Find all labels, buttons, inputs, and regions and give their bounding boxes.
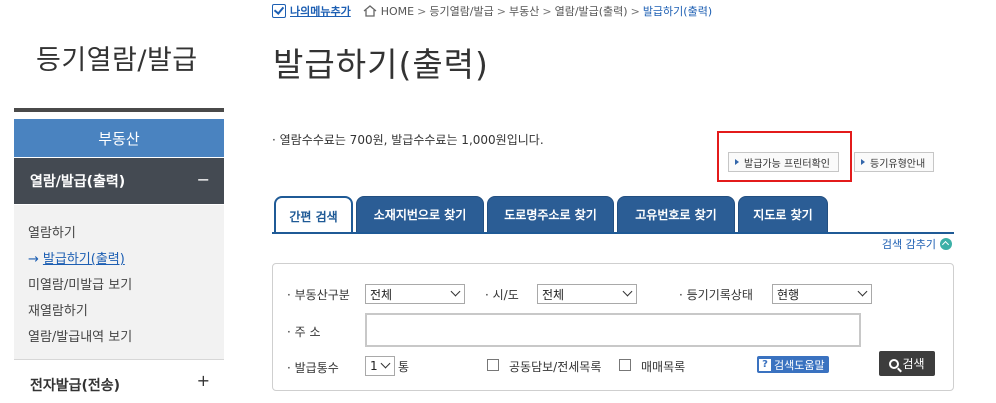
tab-road-address[interactable]: 도로명주소로 찾기: [487, 196, 614, 233]
record-status-select[interactable]: 현행: [772, 284, 872, 304]
chevron-down-icon: [622, 286, 633, 297]
sidebar-section-header[interactable]: 부동산: [14, 119, 224, 157]
property-type-label: · 부동산구분: [287, 288, 350, 302]
collapse-icon[interactable]: −: [197, 170, 210, 189]
tab-unique-number[interactable]: 고유번호로 찾기: [617, 196, 735, 233]
sidebar-submenu: 열람하기 → 발급하기(출력) 미열람/미발급 보기 재열람하기 열람/발급내역 …: [14, 205, 224, 359]
breadcrumb-sep: >: [630, 4, 640, 18]
hide-search-toggle[interactable]: 검색 감추기: [882, 236, 952, 252]
chevron-down-icon: [450, 286, 461, 297]
copies-value: 1: [370, 359, 378, 373]
breadcrumb-home[interactable]: HOME: [381, 5, 414, 18]
question-icon: ?: [759, 358, 771, 371]
search-panel: · 부동산구분 전체 · 시/도 전체 · 등기기록상태 현행 · 주 소 · …: [272, 263, 954, 391]
add-my-menu-button[interactable]: 나의메뉴추가: [272, 3, 351, 19]
property-type-select[interactable]: 전체: [365, 284, 465, 304]
sidebar-group-active[interactable]: 열람/발급(출력) −: [14, 158, 224, 204]
breadcrumb-sep: >: [496, 4, 506, 18]
search-help-button[interactable]: ? 검색도움말: [757, 356, 829, 373]
sale-list-label: 매매목록: [641, 360, 686, 374]
sidebar-item-issue[interactable]: → 발급하기(출력): [28, 248, 125, 267]
breadcrumb-item[interactable]: 등기열람/발급: [429, 3, 493, 19]
chevron-down-icon: [380, 358, 391, 369]
sidebar-item-review[interactable]: 재열람하기: [28, 300, 88, 319]
search-button[interactable]: 검색: [879, 351, 935, 376]
triangle-right-icon: [861, 159, 865, 165]
breadcrumb-sep: >: [542, 4, 552, 18]
sidebar-item-history[interactable]: 열람/발급내역 보기: [28, 326, 132, 345]
search-label: 검색: [902, 357, 925, 371]
add-my-menu-label: 나의메뉴추가: [290, 5, 351, 18]
sidebar-item-label: 발급하기(출력): [42, 252, 125, 267]
address-input[interactable]: [365, 313, 861, 347]
sale-list-checkbox[interactable]: [619, 359, 631, 371]
current-arrow-icon: →: [28, 252, 39, 267]
home-icon: [363, 5, 377, 17]
tab-lot-number[interactable]: 소재지번으로 찾기: [356, 196, 484, 233]
registry-type-label: 등기유형안내: [870, 158, 926, 170]
breadcrumb-item[interactable]: 부동산: [509, 3, 539, 19]
breadcrumb: 나의메뉴추가 HOME > 등기열람/발급 > 부동산 > 열람/발급(출력) …: [272, 3, 712, 19]
breadcrumb-current: 발급하기(출력): [642, 5, 713, 18]
chevron-down-icon: [857, 286, 868, 297]
sidebar-item-view[interactable]: 열람하기: [28, 222, 76, 241]
sidebar-group-label: 전자발급(전송): [30, 378, 121, 394]
sidebar-item-unviewed[interactable]: 미열람/미발급 보기: [28, 274, 132, 293]
region-select[interactable]: 전체: [537, 284, 637, 304]
copies-label: · 발급통수: [287, 361, 339, 375]
tab-simple-search[interactable]: 간편 검색: [274, 196, 353, 234]
property-type-value: 전체: [370, 287, 393, 302]
joint-collateral-checkbox[interactable]: [487, 359, 499, 371]
chevron-up-circle-icon: [940, 238, 952, 250]
highlight-box: [717, 131, 852, 182]
breadcrumb-sep: >: [417, 4, 427, 18]
registry-type-guide-button[interactable]: 등기유형안내: [854, 152, 935, 172]
address-label: · 주 소: [287, 325, 321, 339]
hide-search-label: 검색 감추기: [881, 238, 936, 251]
search-help-label: 검색도움말: [774, 358, 825, 372]
checkbox-icon: [272, 4, 286, 18]
fee-notice: · 열람수수료는 700원, 발급수수료는 1,000원입니다.: [272, 133, 544, 147]
tabs-underline: [272, 232, 954, 234]
tab-map[interactable]: 지도로 찾기: [738, 196, 828, 233]
search-icon: [889, 358, 900, 369]
region-label: · 시/도: [485, 288, 519, 302]
sidebar-divider: [14, 108, 224, 112]
region-value: 전체: [542, 287, 565, 302]
record-status-label: · 등기기록상태: [679, 288, 753, 302]
joint-collateral-label: 공동담보/전세목록: [509, 360, 602, 374]
record-status-value: 현행: [777, 287, 800, 302]
page-title: 발급하기(출력): [273, 45, 489, 84]
sidebar-group-electronic[interactable]: 전자발급(전송) +: [14, 360, 224, 403]
copies-unit: 통: [398, 360, 410, 374]
sidebar-title: 등기열람/발급: [36, 45, 198, 76]
copies-select[interactable]: 1: [365, 356, 395, 376]
expand-icon[interactable]: +: [197, 371, 210, 390]
sidebar-group-label: 열람/발급(출력): [30, 174, 126, 190]
breadcrumb-item[interactable]: 열람/발급(출력): [555, 3, 628, 19]
